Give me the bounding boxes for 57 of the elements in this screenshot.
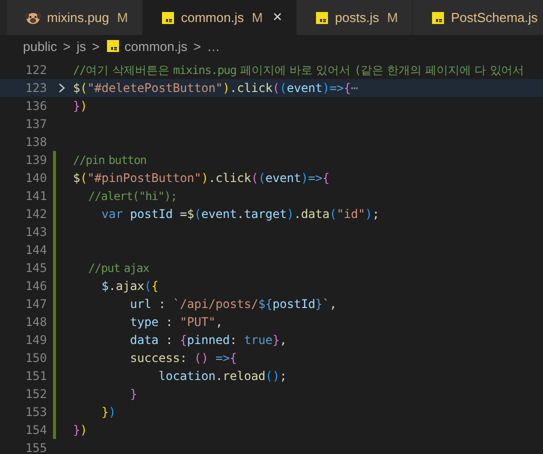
line-number: 141 <box>24 189 47 203</box>
breadcrumb-item[interactable]: common.js <box>124 38 188 54</box>
line-number: 144 <box>24 243 47 257</box>
code-line: data : {pinned: true}, <box>128 333 287 347</box>
close-button[interactable]: × <box>272 8 282 26</box>
line-number: 154 <box>24 423 47 437</box>
code-line: } <box>128 387 138 401</box>
code-line: location.reload(); <box>157 369 287 383</box>
line-number: 138 <box>24 135 47 149</box>
line-number: 153 <box>24 405 47 419</box>
file-icon <box>106 39 120 53</box>
line-number: 149 <box>24 333 47 347</box>
line-number: 143 <box>24 225 47 239</box>
editor-tab[interactable]: common.js M × <box>142 0 298 35</box>
line-number: 146 <box>24 279 47 293</box>
line-number: 145 <box>24 261 47 275</box>
line-number: 147 <box>24 297 47 311</box>
breadcrumb-item[interactable]: js <box>76 38 86 54</box>
line-number: 136 <box>24 99 47 113</box>
file-icon <box>160 10 175 24</box>
editor-tab[interactable]: posts.js M <box>297 0 413 35</box>
breadcrumb-separator: > <box>92 38 100 54</box>
code-line: //pin button <box>73 153 146 167</box>
code-line: $.ajax({ <box>100 279 158 293</box>
line-number: 155 <box>24 441 47 454</box>
code-line: //여기 삭제버튼은 mixins.pug 페이지에 바로 있어서 (같은 한개의 페이지에 다 있어서 <box>73 62 524 78</box>
line-number: 137 <box>24 117 47 131</box>
line-number: 142 <box>24 207 47 221</box>
code-line: }) <box>100 405 116 419</box>
line-number: 151 <box>24 369 47 383</box>
line-number: 148 <box>24 315 47 329</box>
code-line: }) <box>73 423 88 437</box>
code-line: $("#deletePostButton").click((event)=>{⋯ <box>73 81 358 95</box>
breadcrumb-item[interactable]: … <box>207 38 220 54</box>
code-line: //alert("hi"); <box>87 189 177 203</box>
code-line: //put ajax <box>87 261 150 275</box>
breadcrumb-item[interactable]: public <box>23 38 57 54</box>
code-line: var postId =$(event.target).data("id"); <box>100 207 380 221</box>
code-line: url : `/api/posts/${postId}`, <box>128 297 337 311</box>
line-number: 140 <box>24 171 47 185</box>
breadcrumb-separator: > <box>193 38 201 54</box>
line-number: 150 <box>24 351 47 365</box>
chevron-right-icon[interactable] <box>58 83 66 93</box>
line-number: 123 <box>24 81 47 95</box>
file-icon <box>430 10 445 24</box>
editor-tab[interactable]: PostSchema.js <box>412 0 543 35</box>
code-line: $("#pinPostButton").click((event)=>{ <box>73 171 330 185</box>
code-line: success: () =>{ <box>128 351 237 365</box>
editor-tab[interactable]: mixins.pug M <box>7 0 143 35</box>
code-line: }) <box>73 99 88 113</box>
line-number: 139 <box>24 153 47 167</box>
line-number: 152 <box>24 387 47 401</box>
file-icon <box>315 10 330 24</box>
breadcrumb-separator: > <box>62 38 71 54</box>
code-line: type : "PUT", <box>128 315 223 329</box>
line-number: 122 <box>24 63 47 77</box>
dog-icon <box>25 10 41 24</box>
